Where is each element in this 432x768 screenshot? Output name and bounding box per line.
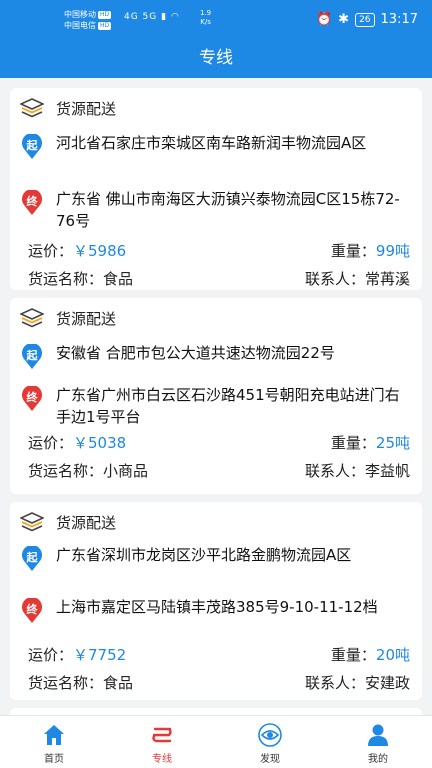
layers-icon xyxy=(20,98,44,118)
weight-label: 重量： xyxy=(330,242,376,260)
carrier-2: 中国电信 xyxy=(64,21,96,30)
carrier-info: 中国移动 HD 中国电信 HD xyxy=(64,9,112,31)
goods-field: 货运名称：食品 xyxy=(28,268,133,290)
contact-label: 联系人： xyxy=(304,674,365,692)
origin-address: 广东省深圳市龙岗区沙平北路金鹏物流园A区 xyxy=(56,546,352,564)
weight-field: 重量：20吨 xyxy=(331,644,410,666)
nav-home[interactable]: 首页 xyxy=(0,716,108,768)
goods-label: 货运名称： xyxy=(28,270,104,288)
goods-value: 食品 xyxy=(103,270,134,288)
goods-label: 货运名称： xyxy=(28,462,104,480)
carrier-1: 中国移动 xyxy=(64,10,96,19)
origin-pin-icon: 起 xyxy=(20,344,44,370)
hd-badge: HD xyxy=(98,21,112,30)
status-right: ⏰ ✱ 26 13:17 xyxy=(316,12,418,27)
weight-field: 重量：99吨 xyxy=(331,240,410,262)
goods-field: 货运名称：小商品 xyxy=(28,460,148,482)
destination-badge: 终 xyxy=(26,391,38,404)
destination-pin-icon: 终 xyxy=(20,386,44,412)
nav-label: 首页 xyxy=(44,754,64,765)
card-header: 货源配送 xyxy=(20,510,116,534)
weight-value: 20吨 xyxy=(375,646,410,664)
battery-icon: 26 xyxy=(355,12,375,27)
bluetooth-icon: ✱ xyxy=(338,12,350,27)
origin-pin-icon: 起 xyxy=(20,546,44,572)
speed-unit: K/s xyxy=(200,18,211,26)
card-type: 货源配送 xyxy=(56,309,117,328)
origin-address: 河北省石家庄市栾城区南车路新润丰物流园A区 xyxy=(56,134,367,152)
card-header: 货源配送 xyxy=(20,96,116,120)
contact-field: 联系人：李益帆 xyxy=(305,460,410,482)
nav-label: 发现 xyxy=(260,754,280,765)
freight-value: ￥5986 xyxy=(73,242,127,260)
status-bar: 中国移动 HD 中国电信 HD 4G 5G ▮ ◠ 1.9 K/s ⏰ ✱ 26 1… xyxy=(0,0,432,38)
weight-label: 重量： xyxy=(330,434,376,452)
route-card[interactable] xyxy=(10,708,422,715)
nav-route[interactable]: 专线 xyxy=(108,716,216,768)
freight-field: 运价：￥5038 xyxy=(28,432,126,454)
freight-value: ￥5038 xyxy=(73,434,127,452)
destination-badge: 终 xyxy=(26,603,38,616)
nav-label: 我的 xyxy=(368,754,388,765)
hd-badge: HD xyxy=(98,10,112,19)
route-card[interactable]: 货源配送 起 广东省深圳市龙岗区沙平北路金鹏物流园A区 终 上海市嘉定区马陆镇丰… xyxy=(10,502,422,700)
home-icon xyxy=(44,725,64,745)
eye-icon xyxy=(258,723,282,747)
goods-label: 货运名称： xyxy=(28,674,104,692)
route-icon xyxy=(152,727,172,743)
freight-label: 运价： xyxy=(28,434,74,452)
origin-badge: 起 xyxy=(26,551,38,564)
route-card[interactable]: 货源配送 起 安徽省 合肥市包公大道共速达物流园22号 终 广东省广州市白云区石… xyxy=(10,298,422,494)
destination-address: 广东省 佛山市南海区大沥镇兴泰物流园C区15栋72-76号 xyxy=(56,190,400,230)
destination-pin-icon: 终 xyxy=(20,598,44,624)
goods-value: 食品 xyxy=(103,674,134,692)
bottom-nav: 首页 专线 发现 我的 xyxy=(0,715,432,768)
freight-value: ￥7752 xyxy=(73,646,127,664)
card-type: 货源配送 xyxy=(56,99,117,118)
destination-badge: 终 xyxy=(26,195,38,208)
contact-value: 安建政 xyxy=(364,674,410,692)
weight-label: 重量： xyxy=(330,646,376,664)
nav-label: 专线 xyxy=(152,754,172,765)
route-card[interactable]: 货源配送 起 河北省石家庄市栾城区南车路新润丰物流园A区 终 广东省 佛山市南海… xyxy=(10,88,422,290)
contact-field: 联系人：常苒溪 xyxy=(305,268,410,290)
clock: 13:17 xyxy=(380,12,418,27)
origin-address: 安徽省 合肥市包公大道共速达物流园22号 xyxy=(56,344,335,362)
user-icon xyxy=(368,724,388,746)
card-type: 货源配送 xyxy=(56,513,117,532)
freight-label: 运价： xyxy=(28,242,74,260)
contact-value: 常苒溪 xyxy=(364,270,410,288)
alarm-icon: ⏰ xyxy=(315,12,333,27)
weight-value: 99吨 xyxy=(375,242,410,260)
origin-badge: 起 xyxy=(26,349,38,362)
signal-icons: 4G 5G ▮ ◠ xyxy=(124,12,180,22)
goods-field: 货运名称：食品 xyxy=(28,672,133,694)
page-title-bar: 专线 xyxy=(0,38,432,78)
layers-icon xyxy=(20,308,44,328)
destination-pin-icon: 终 xyxy=(20,190,44,216)
nav-discover[interactable]: 发现 xyxy=(216,716,324,768)
nav-mine[interactable]: 我的 xyxy=(324,716,432,768)
origin-badge: 起 xyxy=(26,139,38,152)
freight-field: 运价：￥7752 xyxy=(28,644,126,666)
freight-label: 运价： xyxy=(28,646,74,664)
weight-field: 重量：25吨 xyxy=(331,432,410,454)
destination-address: 上海市嘉定区马陆镇丰茂路385号9-10-11-12档 xyxy=(56,598,378,616)
contact-value: 李益帆 xyxy=(364,462,410,480)
page-title: 专线 xyxy=(199,48,233,68)
route-list[interactable]: 货源配送 起 河北省石家庄市栾城区南车路新润丰物流园A区 终 广东省 佛山市南海… xyxy=(0,78,432,715)
destination-address: 广东省广州市白云区石沙路451号朝阳充电站进门右手边1号平台 xyxy=(56,386,400,426)
contact-label: 联系人： xyxy=(304,462,365,480)
card-header: 货源配送 xyxy=(20,306,116,330)
network-type: 4G 5G xyxy=(124,12,158,22)
goods-value: 小商品 xyxy=(103,462,149,480)
contact-field: 联系人：安建政 xyxy=(305,672,410,694)
speed-value: 1.9 xyxy=(200,9,212,17)
weight-value: 25吨 xyxy=(375,434,410,452)
origin-pin-icon: 起 xyxy=(20,134,44,160)
network-speed: 1.9 K/s xyxy=(200,9,211,27)
freight-field: 运价：￥5986 xyxy=(28,240,126,262)
layers-icon xyxy=(20,512,44,532)
contact-label: 联系人： xyxy=(304,270,365,288)
